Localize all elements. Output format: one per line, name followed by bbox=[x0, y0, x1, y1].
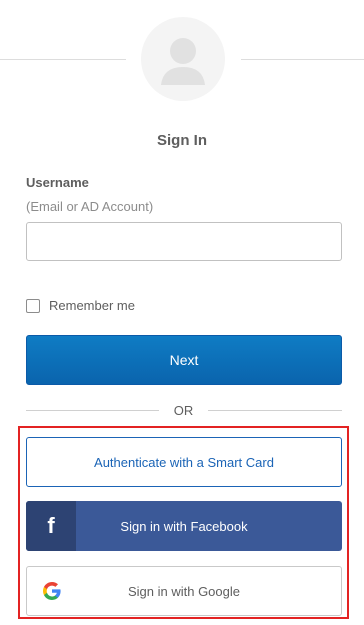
remember-me[interactable]: Remember me bbox=[26, 298, 135, 313]
or-divider-right bbox=[208, 410, 342, 411]
username-hint: (Email or AD Account) bbox=[26, 199, 154, 214]
facebook-icon-container: f bbox=[26, 501, 76, 551]
remember-me-checkbox[interactable] bbox=[26, 298, 40, 313]
page-title: Sign In bbox=[157, 132, 207, 149]
facebook-icon: f bbox=[47, 513, 55, 538]
google-icon-container bbox=[27, 567, 77, 615]
google-icon bbox=[43, 582, 61, 600]
facebook-button-label: Sign in with Facebook bbox=[120, 518, 248, 534]
or-divider-left bbox=[26, 410, 159, 411]
facebook-signin-button[interactable]: f Sign in with Facebook bbox=[26, 501, 342, 551]
username-label: Username bbox=[26, 175, 89, 190]
remember-me-label: Remember me bbox=[49, 298, 135, 313]
header-divider-left bbox=[0, 59, 126, 60]
header-divider-right bbox=[241, 59, 364, 60]
next-button[interactable]: Next bbox=[26, 335, 342, 385]
or-separator: OR bbox=[173, 403, 194, 418]
smart-card-button[interactable]: Authenticate with a Smart Card bbox=[26, 437, 342, 487]
google-button-label: Sign in with Google bbox=[127, 583, 240, 599]
username-input[interactable] bbox=[26, 222, 342, 261]
google-signin-button[interactable]: Sign in with Google bbox=[26, 566, 342, 616]
user-avatar-icon bbox=[141, 17, 225, 101]
